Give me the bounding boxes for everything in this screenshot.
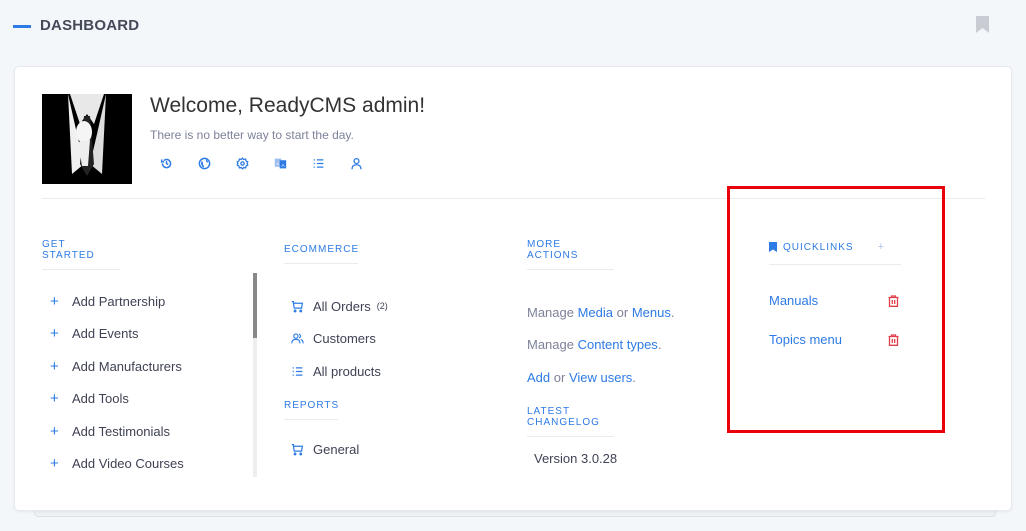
changelog-title: LATEST CHANGELOG [527, 406, 614, 437]
header-accent-bar [13, 25, 31, 28]
page-title: DASHBOARD [40, 17, 140, 34]
list-icon [292, 366, 303, 376]
menus-link[interactable]: Menus [632, 305, 671, 320]
reports-title: REPORTS [284, 400, 338, 420]
users-line: Add or View users . [527, 369, 636, 385]
website-button[interactable] [198, 155, 236, 171]
manage-media-line: Manage Media or Menus . [527, 304, 675, 320]
settings-button[interactable] [236, 155, 274, 171]
avatar [42, 94, 132, 184]
all-products-link[interactable]: All products [284, 355, 504, 388]
add-quicklink-button[interactable]: + [878, 241, 884, 253]
general-report-link[interactable]: General [284, 434, 504, 467]
plus-icon: + [50, 325, 59, 343]
quick-icons: xA [160, 155, 388, 171]
settings-icon [236, 156, 249, 170]
ecommerce-section: ECOMMERCE All Orders (2) Customers All pr… [284, 239, 504, 466]
add-tools-link[interactable]: + Add Tools [50, 383, 250, 416]
plus-icon: + [50, 390, 59, 408]
orders-count: (2) [376, 301, 388, 312]
quicklinks-title: QUICKLINKS [783, 241, 854, 253]
welcome-heading: Welcome, ReadyCMS admin! [150, 94, 426, 117]
profile-button[interactable] [350, 155, 388, 171]
section-title: GET STARTED [42, 239, 120, 270]
manage-content-types-line: Manage Content types . [527, 337, 662, 353]
cart-icon [291, 300, 304, 313]
changelog-version[interactable]: Version 3.0.28 [527, 451, 747, 466]
history-button[interactable] [160, 155, 198, 171]
user-icon [351, 157, 362, 169]
customers-link[interactable]: Customers [284, 323, 504, 356]
all-orders-link[interactable]: All Orders (2) [284, 290, 504, 323]
menus-button[interactable] [312, 155, 350, 171]
add-partnership-link[interactable]: + Add Partnership [50, 285, 250, 318]
translate-icon: xA [274, 158, 287, 168]
list-icon [313, 158, 324, 168]
bookmark-icon[interactable] [976, 16, 989, 33]
more-actions-section: MORE ACTIONS Manage Media or Menus . Man… [527, 239, 747, 466]
welcome-subtitle: There is no better way to start the day. [150, 128, 354, 142]
users-icon [291, 333, 304, 344]
view-users-link[interactable]: View users [569, 370, 632, 385]
add-events-link[interactable]: + Add Events [50, 318, 250, 351]
content-types-link[interactable]: Content types [578, 337, 658, 352]
add-manufacturers-link[interactable]: + Add Manufacturers [50, 350, 250, 383]
add-user-link[interactable]: Add [527, 370, 550, 385]
get-started-list: + Add Partnership + Add Events + Add Manufa… [50, 285, 250, 480]
trash-icon[interactable] [888, 294, 899, 307]
history-icon [160, 158, 172, 168]
header-divider [42, 198, 985, 199]
plus-icon: + [50, 357, 59, 375]
quicklinks-header: QUICKLINKS + [769, 241, 901, 265]
translations-button[interactable]: xA [274, 155, 312, 171]
dashboard-card: Welcome, ReadyCMS admin! There is no bet… [14, 66, 1012, 511]
section-title: MORE ACTIONS [527, 239, 614, 270]
bookmark-icon [769, 242, 777, 252]
scrollbar-thumb[interactable] [253, 273, 257, 338]
media-link[interactable]: Media [578, 305, 613, 320]
section-title: ECOMMERCE [284, 244, 358, 264]
globe-icon [198, 157, 211, 169]
plus-icon: + [50, 455, 59, 473]
plus-icon: + [50, 422, 59, 440]
quicklink-item: Topics menu [769, 320, 901, 359]
add-testimonials-link[interactable]: + Add Testimonials [50, 415, 250, 448]
quicklink-manuals[interactable]: Manuals [769, 293, 818, 308]
get-started-section: GET STARTED + Add Partnership + Add Events… [42, 239, 257, 471]
trash-icon[interactable] [888, 333, 899, 346]
quicklink-item: Manuals [769, 281, 901, 320]
plus-icon: + [50, 292, 59, 310]
page-header: DASHBOARD [0, 0, 1026, 50]
cart-icon [291, 444, 304, 456]
quicklink-topics-menu[interactable]: Topics menu [769, 332, 842, 347]
quicklinks-section: QUICKLINKS + Manuals Topics menu [769, 241, 901, 359]
add-video-courses-link[interactable]: + Add Video Courses [50, 448, 250, 481]
